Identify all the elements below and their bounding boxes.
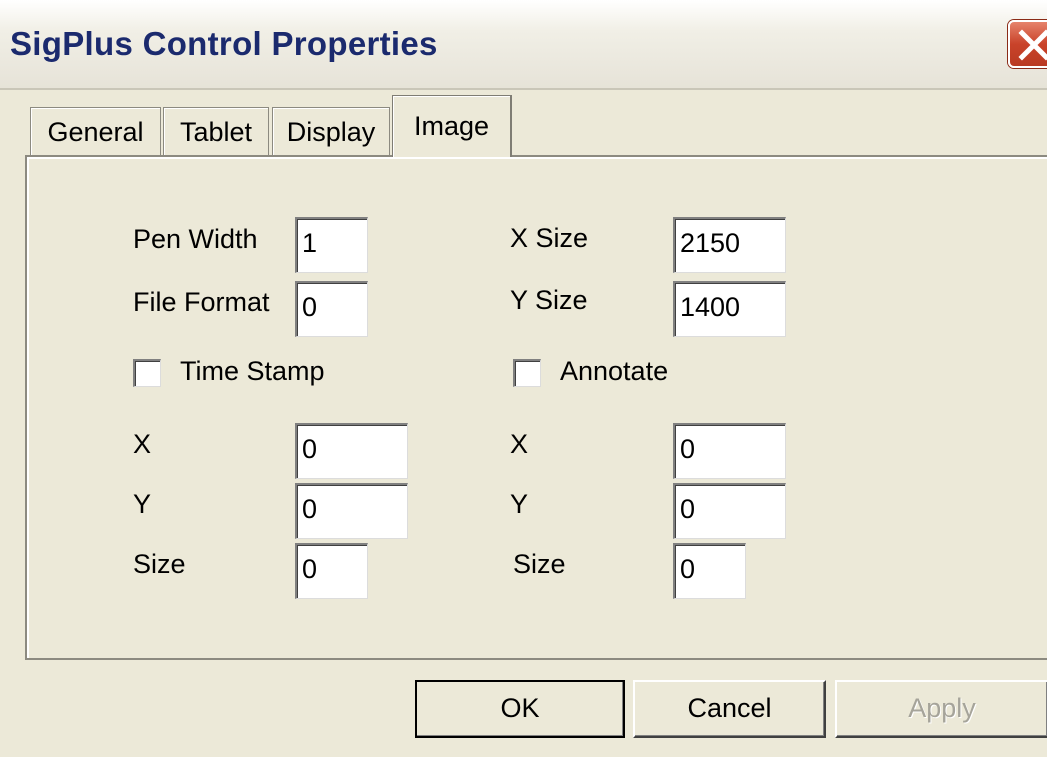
title-bar: SigPlus Control Properties <box>0 0 1047 90</box>
time-stamp-y-label: Y <box>133 489 152 519</box>
annotate-size-input[interactable]: 0 <box>673 543 746 599</box>
cancel-button[interactable]: Cancel <box>633 680 826 738</box>
annotate-size-label: Size <box>513 549 566 579</box>
x-size-label: X Size <box>510 223 589 253</box>
close-icon <box>1018 29 1047 61</box>
time-stamp-x-label: X <box>133 429 152 459</box>
x-size-input[interactable]: 2150 <box>673 217 786 273</box>
annotate-x-label: X <box>510 429 529 459</box>
annotate-y-input[interactable]: 0 <box>673 483 786 539</box>
tab-tablet[interactable]: Tablet <box>163 107 269 155</box>
annotate-x-input[interactable]: 0 <box>673 423 786 479</box>
tab-general[interactable]: General <box>30 107 161 155</box>
time-stamp-checkbox[interactable] <box>133 359 161 387</box>
time-stamp-x-input[interactable]: 0 <box>295 423 408 479</box>
apply-button[interactable]: Apply <box>835 680 1047 738</box>
y-size-label: Y Size <box>510 285 588 315</box>
annotate-y-label: Y <box>510 489 529 519</box>
annotate-checkbox[interactable] <box>513 359 541 387</box>
tab-strip: General Tablet Display Image <box>0 95 1047 157</box>
tab-display[interactable]: Display <box>272 107 390 155</box>
file-format-label: File Format <box>133 287 270 317</box>
close-button[interactable] <box>1008 20 1047 68</box>
pen-width-label: Pen Width <box>133 224 258 254</box>
file-format-input[interactable]: 0 <box>295 281 368 337</box>
time-stamp-size-input[interactable]: 0 <box>295 543 368 599</box>
y-size-input[interactable]: 1400 <box>673 281 786 337</box>
ok-button[interactable]: OK <box>415 680 625 738</box>
window-title: SigPlus Control Properties <box>10 25 438 62</box>
tab-image[interactable]: Image <box>392 95 512 157</box>
time-stamp-label: Time Stamp <box>180 356 325 386</box>
time-stamp-size-label: Size <box>133 549 186 579</box>
time-stamp-y-input[interactable]: 0 <box>295 483 408 539</box>
annotate-label: Annotate <box>560 356 669 386</box>
pen-width-input[interactable]: 1 <box>295 217 368 273</box>
